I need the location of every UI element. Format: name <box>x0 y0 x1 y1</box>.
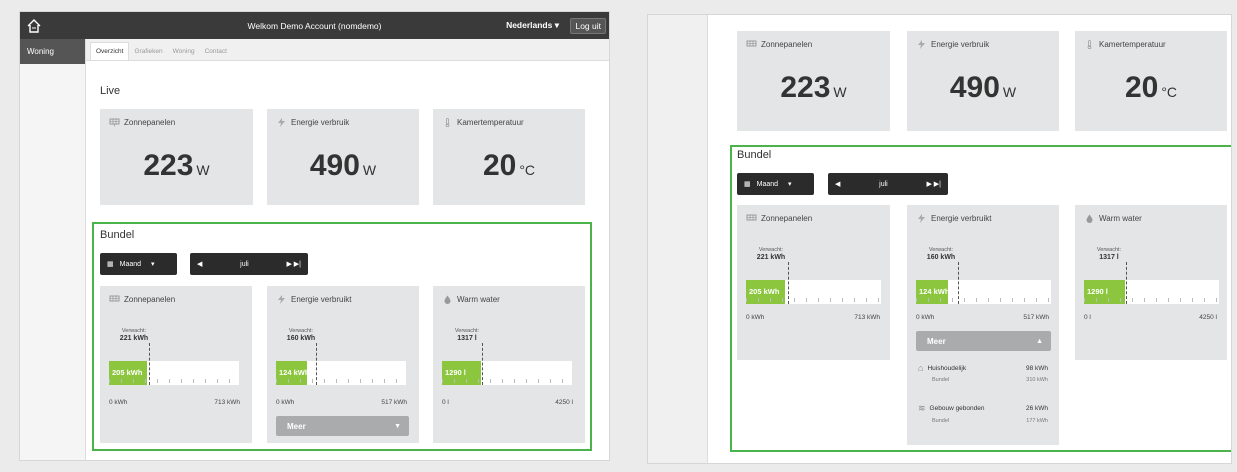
expected-label: Verwacht: 221 kWh <box>119 328 149 342</box>
solar-panel-icon <box>746 40 757 47</box>
chevron-down-icon: ▼ <box>394 422 401 430</box>
meer-button[interactable]: Meer ▼ <box>276 416 409 436</box>
progress-bar: 1290 l <box>1084 262 1219 304</box>
left-screenshot: Welkom Demo Account (nomdemo) Nederlands… <box>19 11 610 461</box>
tab-contact[interactable]: Contact <box>200 43 232 60</box>
range-min: 0 l <box>442 399 449 406</box>
bundel-card-warm-water: Warm water Verwacht: 1317 l 1290 l 0 l 42… <box>433 286 585 443</box>
live-value-zonnepanelen: 223 W <box>143 149 210 182</box>
logout-button[interactable]: Log uit <box>570 17 606 34</box>
language-select[interactable]: Nederlands ▾ <box>506 20 559 31</box>
range-min: 0 kWh <box>109 399 128 406</box>
live-value-energie: 490 W <box>949 71 1017 104</box>
bundel-card-warm-water: Warm water Verwacht: 1317 l 1290 l 0 l 42… <box>1075 205 1227 360</box>
live-card-zonnepanelen: Zonnepanelen 223 W <box>737 31 890 131</box>
range-max: 713 kWh <box>854 314 880 321</box>
month-navigator: ◀ juli ▶ ▶| <box>190 253 308 275</box>
bundel-card-zonnepanelen: Zonnepanelen Verwacht: 221 kWh 205 kWh 0 … <box>737 205 890 360</box>
heat-icon: ≋ <box>918 403 926 413</box>
range-min: 0 kWh <box>916 314 935 321</box>
expected-marker <box>482 343 483 385</box>
range-max: 4250 l <box>555 399 573 406</box>
tab-woning[interactable]: Woning <box>168 43 200 60</box>
sidebar-item-woning[interactable]: Woning <box>20 39 85 64</box>
range-max: 713 kWh <box>214 399 240 406</box>
solar-panel-icon <box>109 295 120 302</box>
range-max: 4250 l <box>1199 314 1217 321</box>
prev-month-button[interactable]: ◀ <box>197 260 202 268</box>
chevron-up-icon: ▲ <box>1036 337 1043 345</box>
progress-bar: 1290 l <box>442 343 572 385</box>
solar-panel-icon <box>746 214 757 221</box>
live-title: Live <box>100 85 121 97</box>
calendar-icon: ▦ <box>744 181 751 188</box>
range-min: 0 kWh <box>746 314 765 321</box>
lightning-icon <box>918 214 925 223</box>
solar-panel-icon <box>109 118 120 127</box>
top-bar: Welkom Demo Account (nomdemo) Nederlands… <box>20 12 609 39</box>
lightning-icon <box>278 295 285 304</box>
thermometer-icon <box>445 118 450 127</box>
tab-bar: Overzicht Grafieken Woning Contact <box>86 39 609 61</box>
sidebar: Woning <box>20 39 86 460</box>
month-label: juli <box>240 260 249 268</box>
progress-bar: 205 kWh <box>746 262 881 304</box>
sidebar <box>648 15 708 463</box>
progress-bar: 124 kWh <box>276 343 406 385</box>
chevron-down-icon: ▾ <box>151 261 155 268</box>
next-month-button[interactable]: ▶ ▶| <box>286 260 301 268</box>
next-month-button[interactable]: ▶ ▶| <box>926 180 941 188</box>
expected-label: Verwacht: 1317 l <box>454 328 480 342</box>
progress-bar: 124 kWh <box>916 262 1051 304</box>
expected-marker <box>1126 262 1127 304</box>
live-value-kamertemperatuur: 20 °C <box>1124 71 1178 104</box>
range-min: 0 l <box>1084 314 1091 321</box>
detail-huishoudelijk: ⌂ Huishoudelijk 98 kWh Bundel 310 kWh <box>918 363 1048 383</box>
progress-bar: 205 kWh <box>109 343 239 385</box>
live-card-energie: Energie verbruik 490 W <box>267 109 419 205</box>
detail-gebouw-gebonden: ≋ Gebouw gebonden 26 kWh Bundel 177 kWh <box>918 403 1048 424</box>
live-card-kamertemperatuur: Kamertemperatuur 20 °C <box>1075 31 1227 131</box>
house-icon: ⌂ <box>918 363 924 373</box>
tab-grafieken[interactable]: Grafieken <box>129 43 167 60</box>
bundel-title: Bundel <box>100 229 135 241</box>
month-navigator: ◀ juli ▶ ▶| <box>828 173 948 195</box>
bundel-card-zonnepanelen: Zonnepanelen Verwacht: 221 kWh 205 kWh 0 … <box>100 286 252 443</box>
expected-label: Verwacht: 1317 l <box>1096 247 1122 261</box>
month-label: juli <box>879 180 888 188</box>
meer-button[interactable]: Meer ▲ <box>916 331 1051 351</box>
bundel-title: Bundel <box>737 149 772 161</box>
range-max: 517 kWh <box>381 399 407 406</box>
right-screenshot: Zonnepanelen 223 W Energie verbruik 490 W … <box>647 14 1232 464</box>
water-drop-icon <box>444 295 451 304</box>
lightning-icon <box>278 118 285 127</box>
thermometer-icon <box>1087 40 1092 49</box>
bundel-card-energie: Energie verbruikt Verwacht: 160 kWh 124 k… <box>267 286 419 443</box>
live-card-kamertemperatuur: Kamertemperatuur 20 °C <box>433 109 585 205</box>
tab-overzicht[interactable]: Overzicht <box>90 42 130 60</box>
live-value-energie: 490 W <box>309 149 377 182</box>
live-card-energie: Energie verbruik 490 W <box>907 31 1059 131</box>
lightning-icon <box>918 40 925 49</box>
expected-label: Verwacht: 160 kWh <box>926 247 956 261</box>
range-max: 517 kWh <box>1023 314 1049 321</box>
bundel-card-energie: Energie verbruikt Verwacht: 160 kWh 124 k… <box>907 205 1059 445</box>
expected-marker <box>788 262 789 304</box>
prev-month-button[interactable]: ◀ <box>835 180 840 188</box>
calendar-icon: ▦ <box>107 261 114 268</box>
expected-label: Verwacht: 160 kWh <box>286 328 316 342</box>
live-card-zonnepanelen: Zonnepanelen 223 W <box>100 109 253 205</box>
chevron-down-icon: ▾ <box>788 181 792 188</box>
live-value-kamertemperatuur: 20 °C <box>482 149 536 182</box>
period-select[interactable]: ▦ Maand ▾ <box>737 173 814 195</box>
expected-label: Verwacht: 221 kWh <box>756 247 786 261</box>
expected-marker <box>316 343 317 385</box>
period-select[interactable]: ▦ Maand ▾ <box>100 253 177 275</box>
live-value-zonnepanelen: 223 W <box>780 71 847 104</box>
expected-marker <box>958 262 959 304</box>
range-min: 0 kWh <box>276 399 295 406</box>
water-drop-icon <box>1086 214 1093 223</box>
expected-marker <box>149 343 150 385</box>
